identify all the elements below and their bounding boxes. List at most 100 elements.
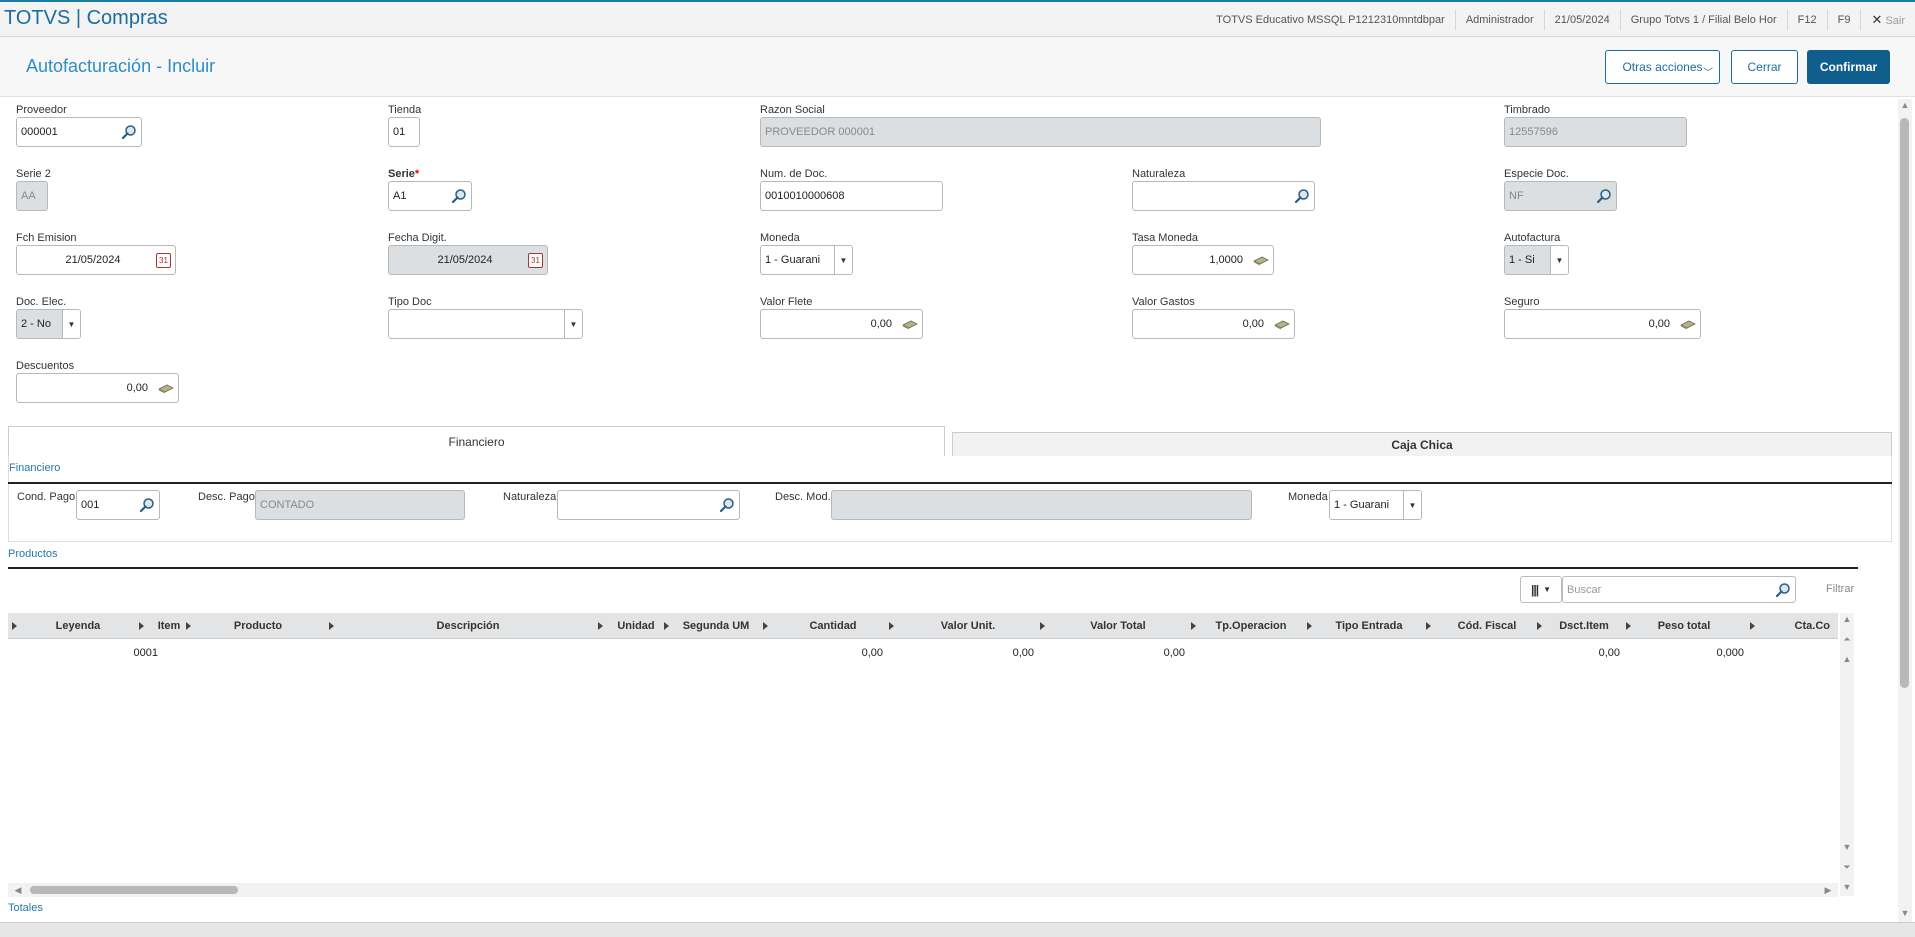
scroll-page-down-icon[interactable]: ⏷	[1841, 862, 1853, 873]
col-peso-total[interactable]: Peso total	[1634, 613, 1734, 639]
scroll-up-icon[interactable]: ▲	[1899, 100, 1911, 110]
search-icon[interactable]	[719, 497, 735, 513]
col-cantidad[interactable]: Cantidad	[768, 613, 898, 639]
search-icon[interactable]	[139, 497, 155, 513]
search-icon[interactable]	[451, 188, 467, 204]
serie2-value: AA	[21, 190, 36, 202]
column-marker-icon[interactable]	[889, 622, 894, 630]
col-tp-operacion[interactable]: Tp.Operacion	[1196, 613, 1306, 639]
naturaleza-field[interactable]	[1132, 181, 1315, 211]
tipo-doc-select[interactable]: ▼	[388, 309, 583, 339]
confirm-button[interactable]: Confirmar	[1807, 50, 1890, 84]
seguro-field[interactable]: 0,00	[1504, 309, 1701, 339]
moneda-label: Moneda	[760, 232, 800, 244]
scroll-down-icon[interactable]: ▼	[1899, 908, 1911, 918]
column-marker-icon[interactable]	[1626, 622, 1631, 630]
num-doc-field[interactable]: 0010010000608	[760, 181, 943, 211]
col-tipo-entrada[interactable]: Tipo Entrada	[1314, 613, 1424, 639]
scroll-page-up-icon[interactable]: ⏶	[1841, 634, 1853, 645]
scroll-bottom-icon[interactable]: ▼	[1841, 882, 1853, 892]
columns-button[interactable]: ||| ▼	[1520, 576, 1562, 603]
col-cod-fiscal[interactable]: Cód. Fiscal	[1432, 613, 1542, 639]
col-unidad[interactable]: Unidad	[604, 613, 668, 639]
scroll-down-icon[interactable]: ▼	[1841, 842, 1853, 852]
search-icon[interactable]	[1775, 582, 1791, 598]
col-descripcion[interactable]: Descripción	[338, 613, 598, 639]
cell-item: 0001	[133, 647, 158, 659]
column-marker-icon[interactable]	[12, 622, 17, 630]
tab-caja-chica[interactable]: Caja Chica	[952, 432, 1892, 456]
filter-button[interactable]: Filtrar	[1826, 583, 1854, 595]
money-icon	[1680, 320, 1696, 330]
calendar-icon[interactable]: 31	[156, 253, 171, 268]
date-info: 21/05/2024	[1543, 9, 1620, 30]
col-leyenda[interactable]: Leyenda	[38, 613, 118, 639]
especie-doc-field[interactable]: NF	[1504, 181, 1617, 211]
totales-section-title[interactable]: Totales	[8, 902, 43, 914]
branch-info[interactable]: Grupo Totvs 1 / Filial Belo Hor	[1619, 9, 1787, 30]
col-valor-unit[interactable]: Valor Unit.	[898, 613, 1038, 639]
col-cta-co[interactable]: Cta.Co	[1768, 613, 1830, 639]
serie-field[interactable]: A1	[388, 181, 472, 211]
especie-doc-label: Especie Doc.	[1504, 168, 1569, 180]
descuentos-field[interactable]: 0,00	[16, 373, 179, 403]
valor-gastos-field[interactable]: 0,00	[1132, 309, 1295, 339]
cond-pago-field[interactable]: 001	[76, 490, 160, 520]
fin-naturaleza-field[interactable]	[557, 490, 740, 520]
f9-button[interactable]: F9	[1826, 9, 1861, 30]
money-icon	[902, 320, 918, 330]
scroll-left-icon[interactable]: ◀	[12, 885, 24, 896]
chevron-down-icon[interactable]: ▼	[1403, 491, 1421, 519]
scroll-top-icon[interactable]: ▲	[1841, 614, 1853, 624]
col-producto[interactable]: Producto	[198, 613, 318, 639]
col-segunda-um[interactable]: Segunda UM	[670, 613, 762, 639]
column-marker-icon[interactable]	[664, 622, 669, 630]
money-icon	[1274, 320, 1290, 330]
search-icon[interactable]	[1294, 188, 1310, 204]
chevron-down-icon[interactable]: ▼	[834, 246, 852, 274]
chevron-down-icon[interactable]: ▼	[62, 310, 80, 338]
tienda-field[interactable]: 01	[388, 117, 420, 147]
grid-search-input[interactable]: Buscar	[1562, 576, 1796, 603]
column-marker-icon[interactable]	[1040, 622, 1045, 630]
other-actions-button[interactable]: Otras acciones ﹀	[1605, 50, 1720, 84]
scroll-up-icon[interactable]: ▲	[1841, 654, 1853, 664]
financiero-section-title[interactable]: Financiero	[9, 462, 60, 474]
column-marker-icon[interactable]	[1537, 622, 1542, 630]
col-dsct-item[interactable]: Dsct.Item	[1544, 613, 1624, 639]
chevron-down-icon[interactable]: ▼	[1550, 246, 1568, 274]
grid-horizontal-thumb[interactable]	[30, 886, 238, 894]
fin-moneda-select[interactable]: 1 - Guarani ▼	[1329, 490, 1422, 520]
column-marker-icon[interactable]	[186, 622, 191, 630]
autofactura-select[interactable]: 1 - Si ▼	[1504, 245, 1569, 275]
column-marker-icon[interactable]	[1307, 622, 1312, 630]
column-marker-icon[interactable]	[1750, 622, 1755, 630]
tab-financiero[interactable]: Financiero	[8, 426, 945, 456]
page-vertical-thumb[interactable]	[1900, 118, 1909, 688]
column-marker-icon[interactable]	[598, 622, 603, 630]
doc-elec-select[interactable]: 2 - No ▼	[16, 309, 81, 339]
cond-pago-value: 001	[81, 499, 100, 511]
chevron-down-icon[interactable]: ▼	[564, 310, 582, 338]
valor-flete-field[interactable]: 0,00	[760, 309, 923, 339]
productos-section-title[interactable]: Productos	[8, 548, 58, 560]
grid-horizontal-scrollbar[interactable]	[8, 883, 1838, 897]
exit-button[interactable]: ✕ Sair	[1860, 9, 1915, 30]
fch-emision-field[interactable]: 21/05/2024 31	[16, 245, 176, 275]
moneda-select[interactable]: 1 - Guarani ▼	[760, 245, 853, 275]
tasa-moneda-field[interactable]: 1,0000	[1132, 245, 1274, 275]
proveedor-field[interactable]: 000001	[16, 117, 142, 147]
column-marker-icon[interactable]	[329, 622, 334, 630]
scroll-right-icon[interactable]: ▶	[1822, 885, 1834, 896]
column-marker-icon[interactable]	[1426, 622, 1431, 630]
search-icon[interactable]	[121, 124, 137, 140]
f12-button[interactable]: F12	[1786, 9, 1827, 30]
search-icon[interactable]	[1596, 188, 1612, 204]
col-valor-total[interactable]: Valor Total	[1048, 613, 1188, 639]
fin-moneda-value: 1 - Guarani	[1334, 499, 1390, 511]
autofactura-value: 1 - Si	[1509, 254, 1535, 266]
fch-emision-value: 21/05/2024	[65, 254, 121, 266]
valor-gastos-value: 0,00	[1242, 318, 1264, 330]
close-button[interactable]: Cerrar	[1731, 50, 1798, 84]
desc-pago-label: Desc. Pago	[198, 491, 255, 503]
